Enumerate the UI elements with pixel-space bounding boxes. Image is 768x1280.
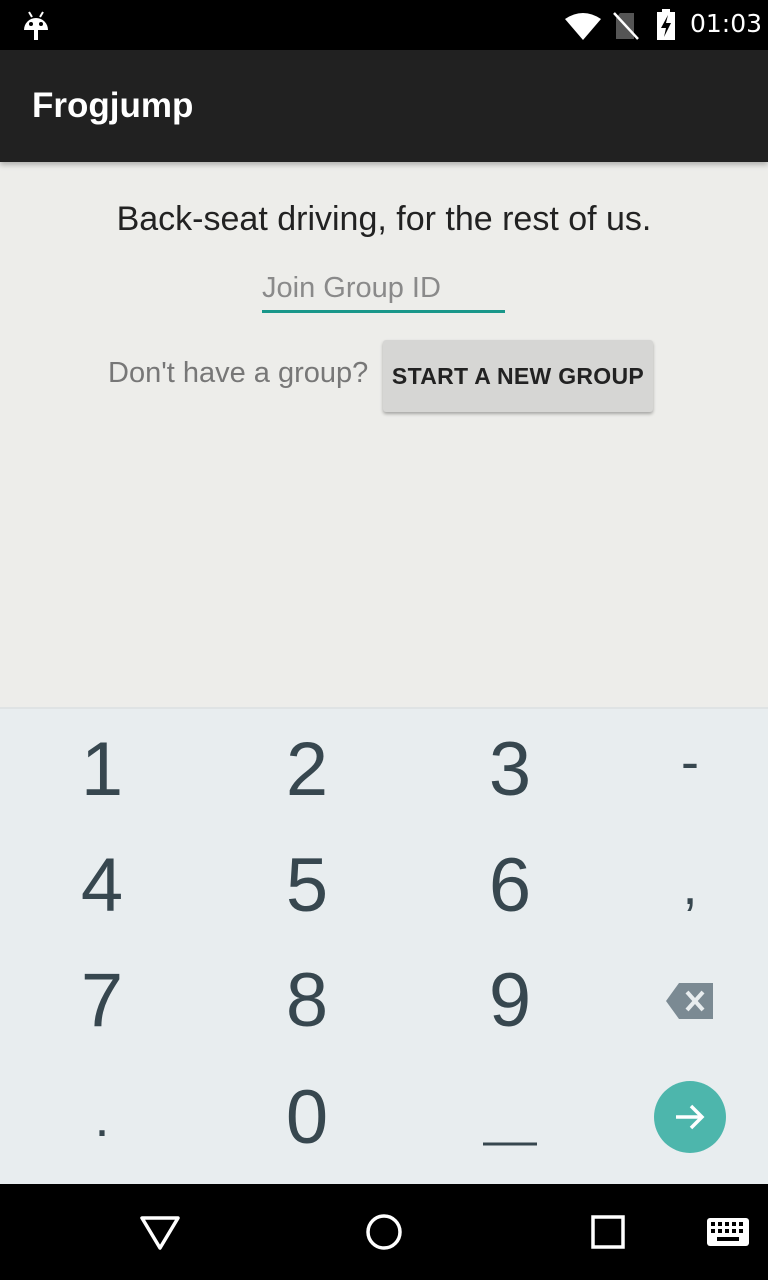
key-comma[interactable]: , [594, 827, 768, 944]
key-9[interactable]: 9 [414, 942, 606, 1059]
key-6[interactable]: 6 [414, 827, 606, 944]
key-8[interactable]: 8 [211, 942, 403, 1059]
main-content: Back-seat driving, for the rest of us. D… [0, 162, 768, 707]
navigation-bar [0, 1184, 768, 1280]
key-0[interactable]: 0 [211, 1059, 403, 1176]
recents-nav-icon[interactable] [591, 1215, 625, 1249]
status-bar: 01:03 [0, 0, 768, 50]
wifi-icon [565, 13, 601, 40]
battery-charging-icon [657, 9, 675, 40]
key-backspace[interactable] [594, 942, 768, 1059]
key-underscore[interactable] [414, 1059, 606, 1176]
tagline: Back-seat driving, for the rest of us. [116, 200, 652, 238]
status-clock: 01:03 [690, 9, 763, 38]
no-group-label: Don't have a group? [108, 357, 369, 389]
backspace-icon [666, 982, 713, 1019]
key-5[interactable]: 5 [211, 827, 403, 944]
join-group-id-input[interactable] [262, 266, 505, 313]
numeric-keyboard: 1 2 3 - 4 5 6 , 7 8 9 . 0 [0, 707, 768, 1186]
home-nav-icon[interactable] [364, 1212, 404, 1252]
key-7[interactable]: 7 [6, 942, 198, 1059]
no-sim-icon [613, 12, 639, 40]
key-period[interactable]: . [6, 1059, 198, 1176]
android-debug-icon [24, 11, 48, 40]
app-bar: Frogjump [0, 50, 768, 162]
app-title: Frogjump [32, 86, 194, 125]
key-3[interactable]: 3 [414, 711, 606, 828]
key-4[interactable]: 4 [6, 827, 198, 944]
go-button[interactable] [654, 1081, 726, 1153]
keyboard-switch-icon[interactable] [706, 1217, 750, 1247]
start-new-group-button[interactable]: START A NEW GROUP [383, 340, 653, 412]
key-minus[interactable]: - [594, 703, 768, 820]
go-arrow-icon [676, 1104, 705, 1130]
key-1[interactable]: 1 [6, 711, 198, 828]
key-2[interactable]: 2 [211, 711, 403, 828]
back-nav-icon[interactable] [139, 1215, 181, 1251]
underscore-icon [483, 1142, 537, 1145]
